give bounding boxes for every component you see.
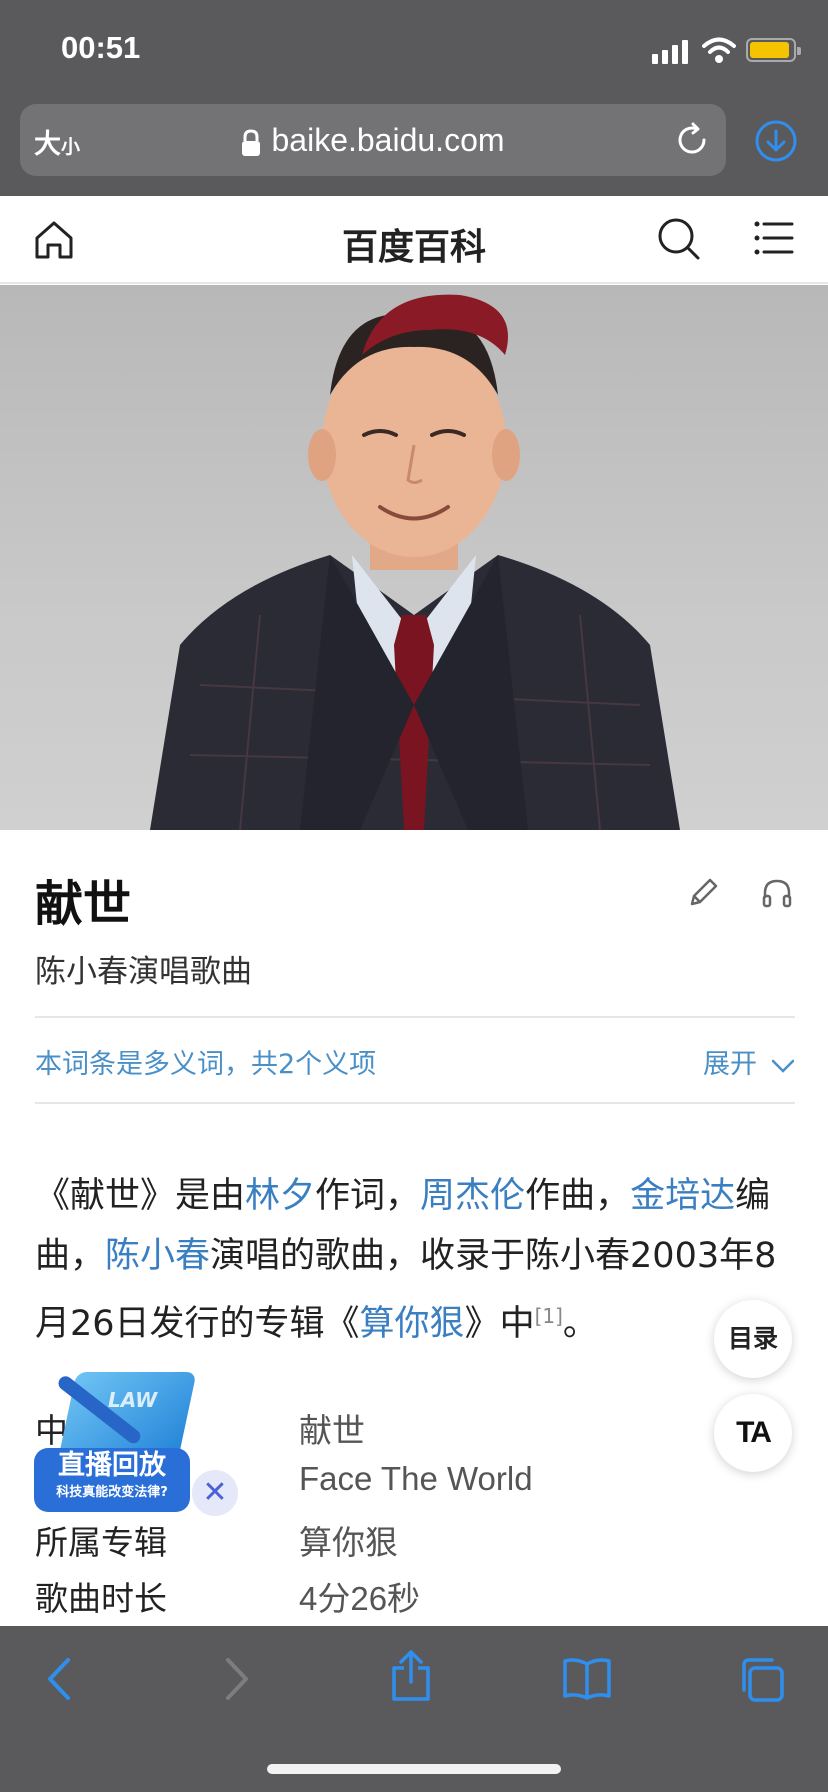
ad-law-label: LAW — [108, 1388, 158, 1412]
ta-button[interactable]: TA — [714, 1394, 792, 1472]
link-lyricist[interactable]: 林夕 — [245, 1176, 315, 1216]
bookmarks-icon[interactable] — [562, 1656, 612, 1700]
portrait-image — [150, 294, 680, 830]
menu-icon[interactable] — [754, 220, 794, 256]
ad-title: 直播回放 — [58, 1450, 166, 1481]
divider — [35, 1016, 795, 1018]
link-arranger[interactable]: 金培达 — [630, 1176, 735, 1216]
entry-summary: 《献世》是由林夕作词，周杰伦作曲，金培达编曲，陈小春演唱的歌曲，收录于陈小春20… — [35, 1176, 777, 1344]
expand-button[interactable]: 展开 — [703, 1042, 795, 1081]
entry-title: 献世 — [35, 876, 132, 932]
ad-subtitle: 科技真能改变法律? — [56, 1485, 168, 1500]
cellular-signal-icon — [652, 40, 688, 64]
divider — [35, 1102, 795, 1104]
lock-icon — [242, 129, 261, 156]
info-row: 歌曲时长 4分26秒 — [35, 1579, 421, 1618]
polysemy-notice[interactable]: 本词条是多义词，共2个义项 展开 — [35, 1042, 795, 1081]
address-bar[interactable]: 大小 baike.baidu.com — [20, 104, 726, 176]
link-singer[interactable]: 陈小春 — [105, 1236, 210, 1276]
table-of-contents-button[interactable]: 目录 — [714, 1300, 792, 1378]
ad-close-button[interactable]: ✕ — [192, 1470, 238, 1516]
edit-pencil-icon[interactable] — [686, 876, 720, 910]
download-icon[interactable] — [754, 119, 798, 163]
floating-ad[interactable]: LAW 直播回放 科技真能改变法律? ✕ — [30, 1366, 240, 1526]
entry-hero-image[interactable] — [0, 285, 828, 830]
url-display[interactable]: baike.baidu.com — [20, 122, 726, 159]
link-album[interactable]: 算你狠 — [360, 1304, 465, 1344]
browser-top-chrome: 00:51 大小 baike.baidu.com — [0, 0, 828, 196]
site-title[interactable]: 百度百科 — [0, 218, 828, 270]
polysemy-text[interactable]: 本词条是多义词，共2个义项 — [35, 1049, 376, 1080]
url-text: baike.baidu.com — [271, 122, 505, 158]
back-icon[interactable] — [44, 1656, 74, 1702]
site-header: 百度百科 — [0, 196, 828, 284]
reload-icon[interactable] — [674, 122, 710, 158]
search-icon[interactable] — [656, 216, 702, 262]
battery-icon — [746, 38, 801, 62]
tabs-icon[interactable] — [738, 1656, 786, 1704]
reference-mark[interactable]: [1] — [535, 1304, 563, 1328]
forward-icon[interactable] — [222, 1656, 252, 1702]
wifi-icon — [702, 37, 736, 63]
link-composer[interactable]: 周杰伦 — [420, 1176, 525, 1216]
entry-subtitle: 陈小春演唱歌曲 — [35, 954, 252, 990]
status-icons — [638, 36, 828, 66]
home-indicator[interactable] — [267, 1764, 561, 1774]
status-time: 00:51 — [61, 30, 141, 65]
ad-badge[interactable]: 直播回放 科技真能改变法律? — [34, 1448, 190, 1512]
headphones-icon[interactable] — [760, 876, 794, 910]
share-icon[interactable] — [390, 1650, 432, 1702]
chevron-down-icon — [771, 1059, 795, 1073]
